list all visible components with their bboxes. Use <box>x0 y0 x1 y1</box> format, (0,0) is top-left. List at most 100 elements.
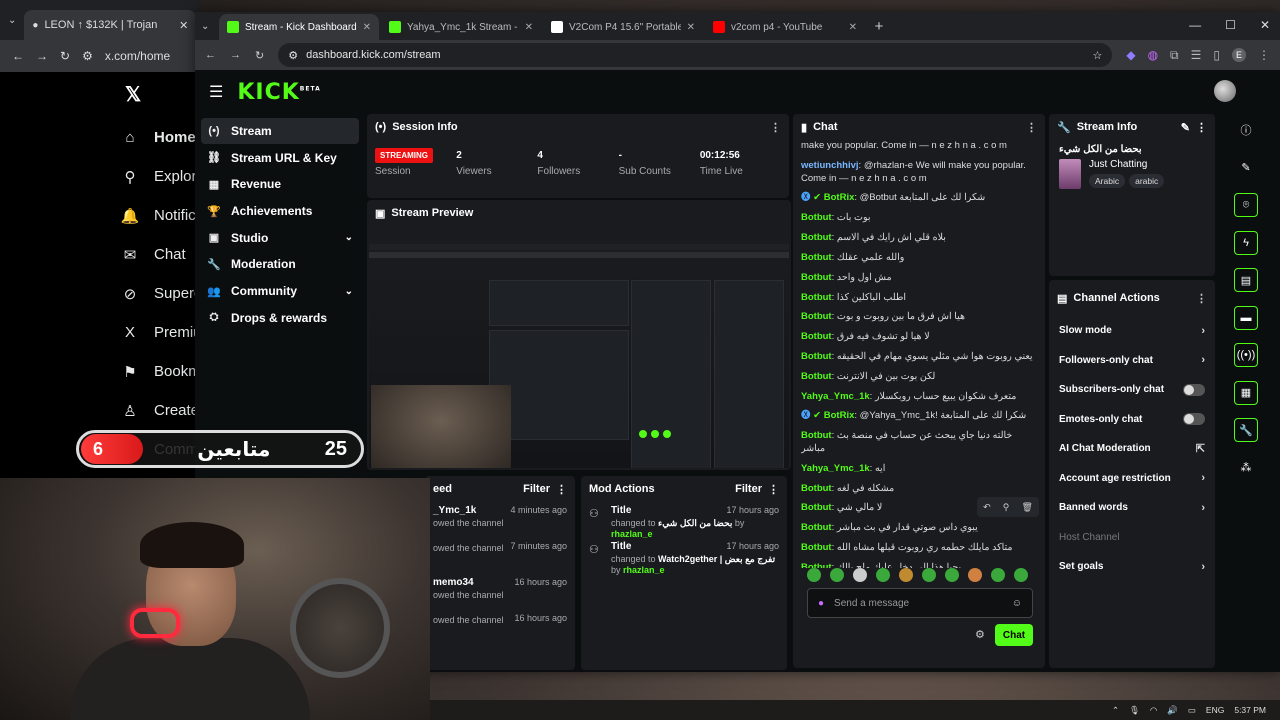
user-avatar[interactable] <box>1214 80 1236 102</box>
sidebar-item-moderation[interactable]: 🔧 Moderation <box>201 251 359 277</box>
notes-icon[interactable]: ▤ <box>1234 268 1258 292</box>
mic-icon[interactable]: 🎙 <box>1129 705 1140 716</box>
channel-action-set-goals[interactable]: Set goals › <box>1049 552 1215 582</box>
back-arrow-icon[interactable]: ← <box>205 49 216 61</box>
reply-icon[interactable]: ↶ <box>983 502 991 513</box>
chat-input[interactable]: ● Send a message ☺ <box>807 588 1033 618</box>
feed-username[interactable]: _Ymc_1k <box>433 505 504 516</box>
forward-arrow-icon[interactable]: → <box>36 49 48 63</box>
mod-action-user[interactable]: rhazlan_e <box>611 529 653 539</box>
chat-username[interactable]: Botbut <box>801 232 832 243</box>
filter-button[interactable]: Filter <box>735 483 762 495</box>
new-tab-icon[interactable]: + <box>867 18 891 35</box>
sidebar-item-drops-rewards[interactable]: ⛭ Drops & rewards <box>201 305 359 331</box>
emote[interactable] <box>876 568 890 582</box>
chat-username[interactable]: Botbut <box>801 502 832 513</box>
chat-username[interactable]: Botbut <box>801 351 832 362</box>
sidebar-item-stream-url-key[interactable]: ⛓ Stream URL & Key <box>201 145 359 171</box>
x-nav-item[interactable]: 🔔 Notific <box>120 196 202 235</box>
bookmark-star-icon[interactable]: ☆ <box>1092 49 1102 62</box>
volume-icon[interactable]: 🔊 <box>1167 705 1178 716</box>
tab-list-icon[interactable]: ⌄ <box>8 15 16 26</box>
delete-icon[interactable]: 🗑 <box>1021 502 1032 513</box>
close-tab-icon[interactable]: ✕ <box>849 22 857 33</box>
media-controls-icon[interactable]: ☰ <box>1191 48 1202 62</box>
kick-logo[interactable]: KICKBETA <box>237 80 320 105</box>
x-logo-icon[interactable]: 𝕏 <box>125 82 141 107</box>
chat-username[interactable]: Botbut <box>801 311 832 322</box>
x-nav-item[interactable]: X Premiu <box>120 313 202 352</box>
channel-action-slow-mode[interactable]: Slow mode › <box>1049 316 1215 346</box>
emote[interactable] <box>853 568 867 582</box>
stream-tag[interactable]: arabic <box>1129 174 1165 188</box>
mod-action-user[interactable]: rhazlan_e <box>623 565 665 575</box>
more-options-icon[interactable]: ⋮ <box>1026 121 1037 134</box>
chat-username[interactable]: Botbut <box>801 212 832 223</box>
chat-username[interactable]: Botbut <box>801 542 832 553</box>
flash-icon[interactable]: ϟ <box>1234 230 1258 255</box>
chat-send-button[interactable]: Chat <box>995 624 1033 646</box>
channel-action-subscribers-only-chat[interactable]: Subscribers-only chat <box>1049 375 1215 405</box>
more-options-icon[interactable]: ⋮ <box>1196 121 1207 134</box>
stream-preview-video[interactable] <box>369 240 789 468</box>
emoji-icon[interactable]: ☺ <box>1012 598 1022 609</box>
community-icon[interactable]: ⁂ <box>1234 456 1258 480</box>
tools-icon[interactable]: 🔧 <box>1234 418 1258 442</box>
chat-username[interactable]: Botbut <box>801 331 832 342</box>
sidebar-item-community[interactable]: 👥 Community ⌄ <box>201 278 359 304</box>
x-nav-item[interactable]: ⌂ Home <box>120 118 202 157</box>
chat-username[interactable]: BotRix <box>824 192 855 203</box>
language-indicator[interactable]: ENG <box>1206 705 1224 715</box>
chat-username[interactable]: Botbut <box>801 522 832 533</box>
x-nav-item[interactable]: ⊘ Superc <box>120 274 202 313</box>
edit-icon[interactable]: ✎ <box>1181 121 1190 134</box>
chat-settings-icon[interactable]: ⚙ <box>975 628 985 641</box>
extensions-puzzle-icon[interactable]: ⧉ <box>1170 48 1179 63</box>
sidebar-item-revenue[interactable]: ▦ Revenue <box>201 171 359 197</box>
stream-tag[interactable]: Arabic <box>1089 174 1126 188</box>
layout-icon[interactable]: ▦ <box>1234 380 1258 405</box>
browser-tab[interactable]: V2Com P4 15.6" Portable Scree ✕ <box>543 14 703 40</box>
pin-icon[interactable]: ⚲ <box>1003 502 1010 513</box>
chat-username[interactable]: Botbut <box>801 371 832 382</box>
emote[interactable] <box>807 568 821 582</box>
emote[interactable] <box>968 568 982 582</box>
chat-username[interactable]: Yahya_Ymc_1k <box>801 463 870 474</box>
x-nav-item[interactable]: ♙ Create <box>120 391 202 430</box>
chat-username[interactable]: wetiunchhivj <box>801 160 859 171</box>
more-options-icon[interactable]: ⋮ <box>556 483 567 496</box>
close-tab-icon[interactable]: ✕ <box>525 22 533 33</box>
forward-arrow-icon[interactable]: → <box>230 49 241 61</box>
channel-action-ai-chat-moderation[interactable]: AI Chat Moderation ⇱ <box>1049 434 1215 464</box>
minimize-icon[interactable]: — <box>1189 18 1201 32</box>
sidebar-item-achievements[interactable]: 🏆 Achievements <box>201 198 359 224</box>
x-nav-item[interactable]: ✉ Chat <box>120 235 202 274</box>
hamburger-menu-icon[interactable]: ☰ <box>209 82 223 102</box>
extension-icon[interactable]: ◆ <box>1126 48 1135 62</box>
back-tab[interactable]: ● LEON ↑ $132K | Trojan ✕ <box>24 10 197 40</box>
tray-chevron-icon[interactable]: ⌃ <box>1112 705 1119 716</box>
maximize-icon[interactable]: ☐ <box>1225 18 1236 32</box>
close-tab-icon[interactable]: ✕ <box>363 22 371 33</box>
sidebar-icon[interactable]: ▯ <box>1213 48 1220 62</box>
chat-username[interactable]: Yahya_Ymc_1k <box>801 391 870 402</box>
info-icon[interactable]: ⓘ <box>1234 118 1258 142</box>
toggle-switch[interactable] <box>1183 383 1205 396</box>
chat-username[interactable]: Botbut <box>801 483 832 494</box>
clock[interactable]: 5:37 PM <box>1234 705 1266 715</box>
mic-icon[interactable]: ● <box>818 598 824 609</box>
edit-icon[interactable]: ✎ <box>1234 156 1258 180</box>
emote[interactable] <box>830 568 844 582</box>
profile-avatar-icon[interactable]: E <box>1232 48 1246 62</box>
channel-action-account-age-restriction[interactable]: Account age restriction › <box>1049 464 1215 494</box>
battery-icon[interactable]: ▭ <box>1188 705 1196 716</box>
browser-tab[interactable]: v2com p4 - YouTube ✕ <box>705 14 865 40</box>
chat-username[interactable]: Botbut <box>801 252 832 263</box>
close-window-icon[interactable]: ✕ <box>1260 18 1270 32</box>
emote[interactable] <box>1014 568 1028 582</box>
extension-icon[interactable]: ◍ <box>1148 48 1158 62</box>
sidebar-item-stream[interactable]: (•) Stream <box>201 118 359 144</box>
site-info-icon[interactable]: ⚙ <box>288 49 298 62</box>
close-icon[interactable]: ✕ <box>179 19 188 32</box>
chat-username[interactable]: BotRix <box>824 410 855 421</box>
